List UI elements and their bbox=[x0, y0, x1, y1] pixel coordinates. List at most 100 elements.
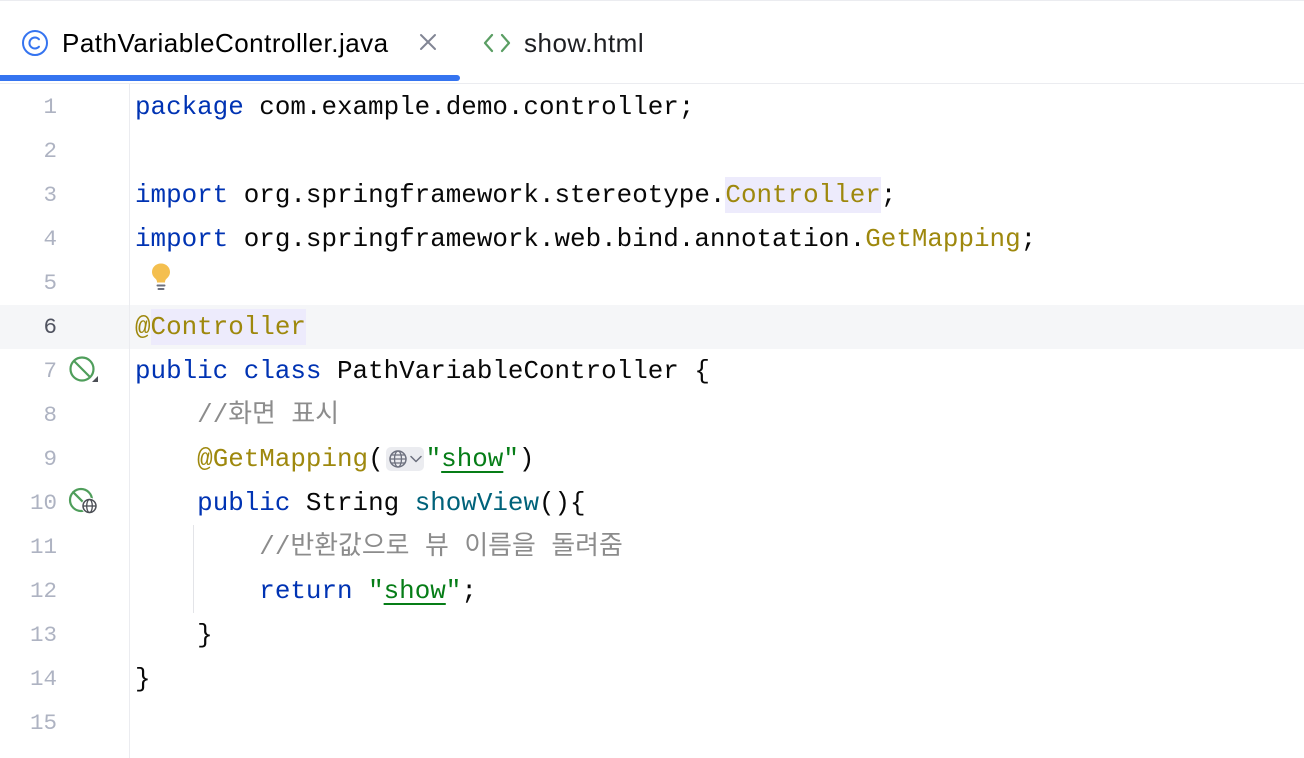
keyword-token: import bbox=[135, 180, 229, 210]
gutter-divider bbox=[129, 84, 130, 758]
code-line[interactable]: 7 public class PathVariableController { bbox=[0, 349, 1304, 393]
close-icon[interactable] bbox=[418, 32, 438, 52]
code-text[interactable]: } bbox=[135, 657, 151, 701]
code-token: org.springframework.web.bind.annotation. bbox=[228, 224, 866, 254]
code-line[interactable]: 6 @Controller bbox=[0, 305, 1304, 349]
keyword-token: public bbox=[197, 488, 291, 518]
code-token: } bbox=[135, 664, 151, 694]
view-name-link[interactable]: show bbox=[441, 444, 503, 474]
line-number[interactable]: 3 bbox=[0, 173, 57, 217]
keyword-token: return bbox=[259, 576, 353, 606]
method-name-token: showView bbox=[414, 488, 539, 518]
code-line[interactable]: 9 @GetMapping( "show") bbox=[0, 437, 1304, 481]
annotation-token: Controller bbox=[725, 177, 881, 213]
comment-token: //화면 표시 bbox=[197, 400, 340, 430]
code-token: String bbox=[290, 488, 415, 518]
code-text[interactable]: } bbox=[135, 613, 213, 657]
line-number[interactable]: 13 bbox=[0, 613, 57, 657]
line-number[interactable]: 4 bbox=[0, 217, 57, 261]
code-line[interactable]: 11 //반환값으로 뷰 이름을 돌려줌 bbox=[0, 525, 1304, 569]
code-token: ( bbox=[368, 444, 384, 474]
code-line[interactable]: 14} bbox=[0, 657, 1304, 701]
annotation-token: Controller bbox=[150, 309, 306, 345]
code-text[interactable]: public String showView(){ bbox=[135, 481, 586, 525]
annotation-token: @GetMapping bbox=[197, 444, 369, 474]
code-token: ; bbox=[461, 576, 477, 606]
indent-guide bbox=[193, 525, 194, 613]
tab-label: PathVariableController.java bbox=[62, 28, 389, 58]
code-text[interactable]: @GetMapping( "show") bbox=[135, 437, 534, 481]
comment-token: //반환값으로 뷰 이름을 돌려줌 bbox=[259, 532, 623, 562]
line-number[interactable]: 5 bbox=[0, 261, 57, 305]
keyword-token: class bbox=[243, 356, 322, 386]
code-token: org.springframework.stereotype. bbox=[228, 180, 726, 210]
keyword-token: import bbox=[135, 224, 229, 254]
line-number[interactable]: 9 bbox=[0, 437, 57, 481]
code-lines: 1 package com.example.demo.controller; 2 3 i… bbox=[0, 85, 1304, 745]
string-token: " bbox=[425, 444, 442, 474]
keyword-token: public bbox=[135, 356, 229, 386]
line-number[interactable]: 12 bbox=[0, 569, 57, 613]
line-number[interactable]: 11 bbox=[0, 525, 57, 569]
editor-tab-bar: PathVariableController.java show.html bbox=[0, 0, 1304, 84]
code-text[interactable]: import org.springframework.stereotype.Co… bbox=[135, 173, 896, 217]
tab-show-html[interactable]: show.html bbox=[460, 1, 690, 83]
line-number[interactable]: 7 bbox=[0, 349, 57, 393]
java-class-icon bbox=[21, 29, 49, 57]
code-token: } bbox=[135, 620, 213, 650]
code-line[interactable]: 13 } bbox=[0, 613, 1304, 657]
code-text[interactable]: return "show"; bbox=[135, 569, 477, 613]
line-number[interactable]: 6 bbox=[0, 305, 57, 349]
code-token: com.example.demo.controller; bbox=[243, 92, 695, 122]
code-editor[interactable]: 1 package com.example.demo.controller; 2 3 i… bbox=[0, 84, 1304, 758]
code-token: ; bbox=[1020, 224, 1037, 254]
code-line[interactable]: 8 //화면 표시 bbox=[0, 393, 1304, 437]
string-token: " bbox=[503, 444, 519, 474]
spring-web-endpoint-icon[interactable] bbox=[66, 486, 100, 518]
code-line[interactable]: 10 public String showView(){ bbox=[0, 481, 1304, 525]
tab-pathvariablecontroller-java[interactable]: PathVariableController.java bbox=[0, 1, 460, 83]
code-text[interactable]: public class PathVariableController { bbox=[135, 349, 710, 393]
annotation-token: @ bbox=[135, 312, 151, 342]
chevron-down-icon bbox=[409, 455, 422, 463]
code-line[interactable]: 4 import org.springframework.web.bind.ann… bbox=[0, 217, 1304, 261]
line-number[interactable]: 15 bbox=[0, 701, 57, 745]
code-text[interactable]: @Controller bbox=[135, 305, 306, 349]
line-number[interactable]: 10 bbox=[0, 481, 57, 525]
code-line[interactable]: 15 bbox=[0, 701, 1304, 745]
code-line[interactable]: 1 package com.example.demo.controller; bbox=[0, 85, 1304, 129]
code-line[interactable]: 3 import org.springframework.stereotype.C… bbox=[0, 173, 1304, 217]
code-line[interactable]: 2 bbox=[0, 129, 1304, 173]
string-token: " bbox=[368, 576, 384, 606]
globe-icon bbox=[388, 450, 407, 468]
line-number[interactable]: 14 bbox=[0, 657, 57, 701]
code-line[interactable]: 5 bbox=[0, 261, 1304, 305]
line-number[interactable]: 2 bbox=[0, 129, 57, 173]
code-text[interactable]: //화면 표시 bbox=[135, 393, 339, 437]
spring-bean-icon[interactable] bbox=[66, 354, 100, 386]
view-name-link[interactable]: show bbox=[384, 576, 446, 606]
code-token: ; bbox=[880, 180, 897, 210]
code-token: (){ bbox=[538, 488, 586, 518]
line-number[interactable]: 1 bbox=[0, 85, 57, 129]
tab-label: show.html bbox=[524, 28, 645, 58]
intention-bulb-icon[interactable] bbox=[149, 262, 173, 292]
active-tab-indicator bbox=[0, 75, 460, 81]
line-number[interactable]: 8 bbox=[0, 393, 57, 437]
code-line[interactable]: 12 return "show"; bbox=[0, 569, 1304, 613]
code-token: ) bbox=[518, 444, 535, 474]
code-text[interactable]: //반환값으로 뷰 이름을 돌려줌 bbox=[135, 525, 623, 569]
code-text[interactable]: import org.springframework.web.bind.anno… bbox=[135, 217, 1036, 261]
string-token: " bbox=[445, 576, 462, 606]
keyword-token: package bbox=[135, 92, 244, 122]
annotation-token: GetMapping bbox=[865, 224, 1021, 254]
code-text[interactable]: package com.example.demo.controller; bbox=[135, 85, 694, 129]
url-inlay-hint[interactable] bbox=[385, 447, 424, 471]
